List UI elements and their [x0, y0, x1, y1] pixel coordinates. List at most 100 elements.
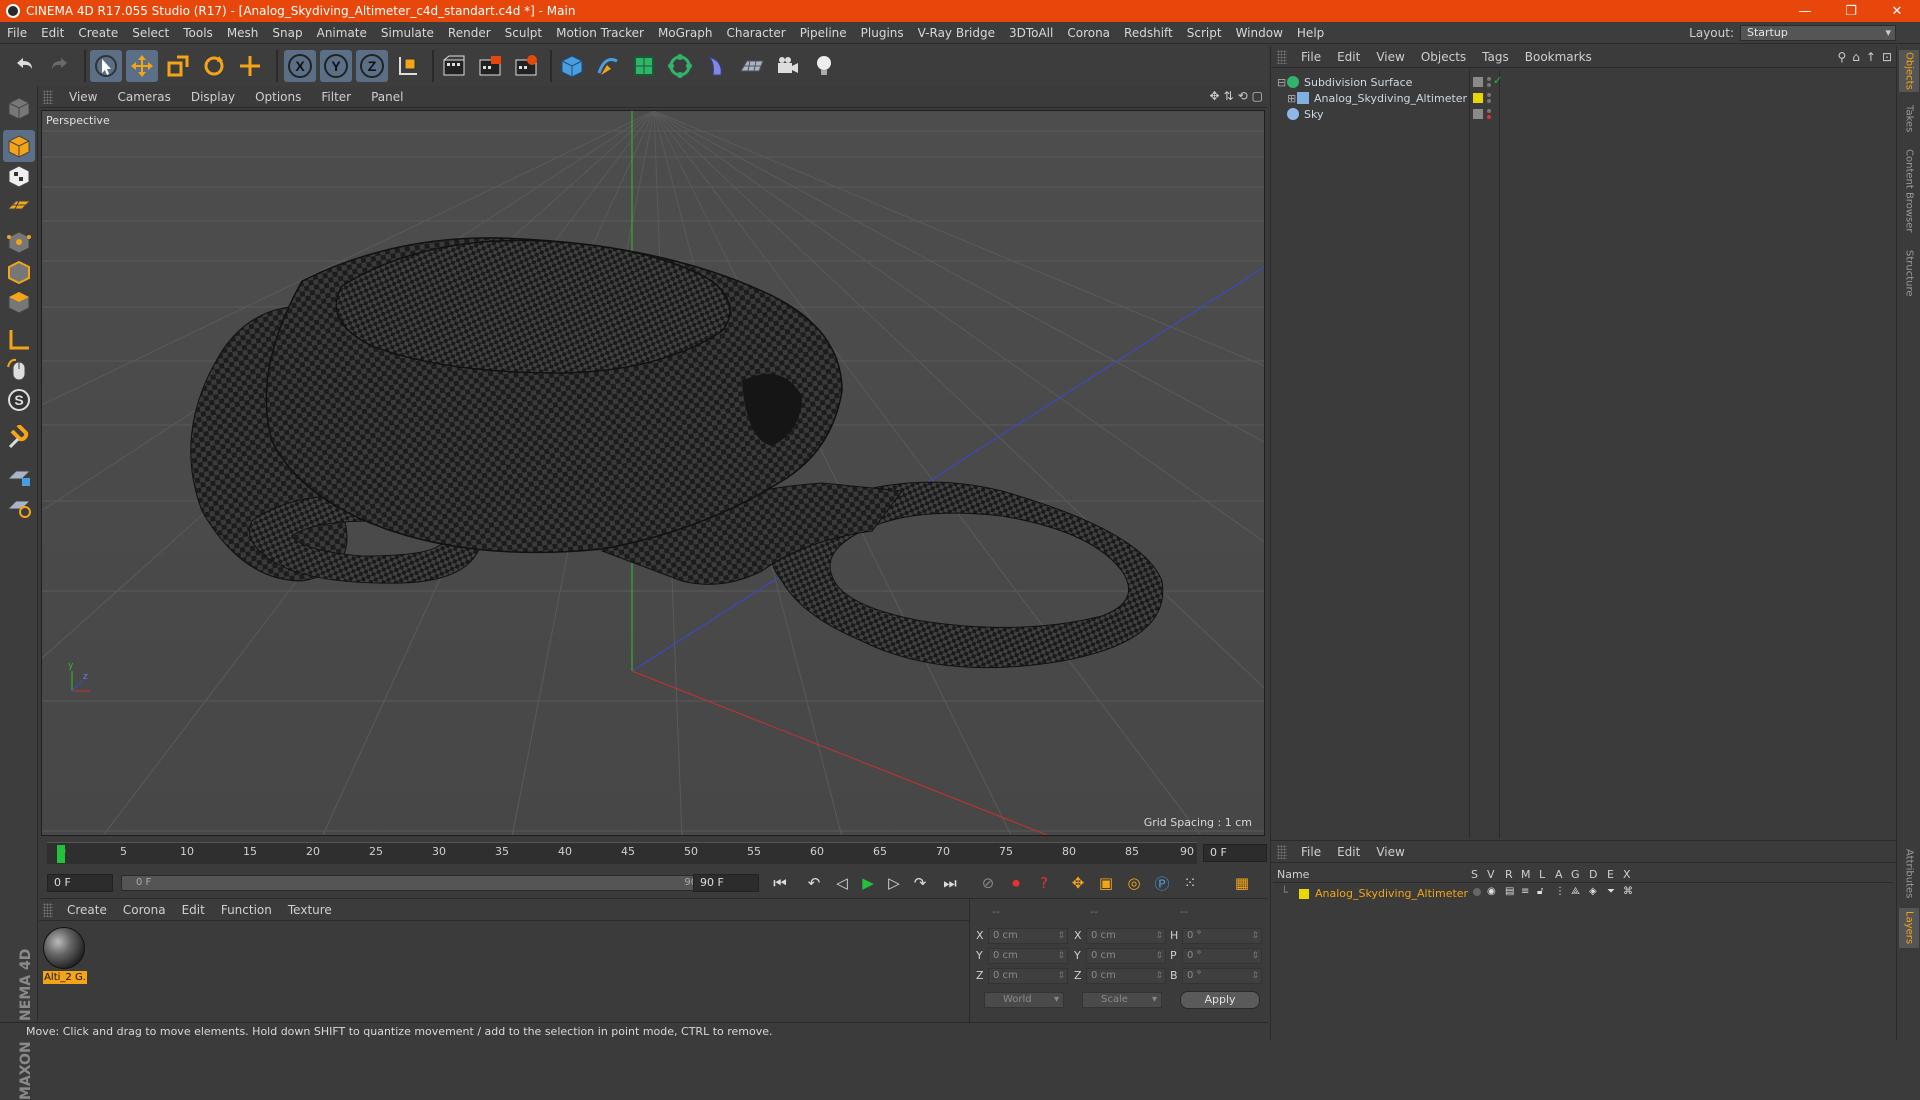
- om-menu-view[interactable]: View: [1368, 50, 1412, 64]
- snap-icon[interactable]: [3, 422, 35, 454]
- enabled-check-icon[interactable]: ✓: [1493, 74, 1502, 87]
- menu-file[interactable]: File: [0, 26, 34, 40]
- next-frame-icon[interactable]: ▷: [881, 870, 907, 896]
- menu-character[interactable]: Character: [719, 26, 792, 40]
- panel-grip-icon[interactable]: [1277, 844, 1287, 859]
- layer-row[interactable]: └ Analog_Skydiving_Altimeter ◉ ▤ ≡ 🔓︎ ⋮ …: [1273, 885, 1893, 903]
- size-x-field[interactable]: 0 cm: [1086, 928, 1166, 944]
- render-visibility-dot[interactable]: [1487, 99, 1491, 103]
- layer-menu-file[interactable]: File: [1293, 845, 1329, 859]
- close-button[interactable]: ✕: [1874, 0, 1920, 22]
- menu-vray-bridge[interactable]: V-Ray Bridge: [911, 26, 1002, 40]
- menu-help[interactable]: Help: [1290, 26, 1331, 40]
- layer-animation-icon[interactable]: ⋮: [1555, 886, 1565, 897]
- edges-mode-icon[interactable]: [3, 256, 35, 288]
- position-y-field[interactable]: 0 cm: [988, 948, 1068, 964]
- layer-eye-icon[interactable]: ◉: [1487, 886, 1496, 897]
- recent-tool-icon[interactable]: [234, 50, 266, 82]
- previous-frame-icon[interactable]: ◁: [829, 870, 855, 896]
- coordinate-system-icon[interactable]: [392, 50, 424, 82]
- tab-objects[interactable]: Objects: [1899, 50, 1919, 92]
- menu-create[interactable]: Create: [71, 26, 125, 40]
- search-icon[interactable]: ⚲: [1837, 50, 1846, 64]
- light-icon[interactable]: [808, 50, 840, 82]
- orbit-icon[interactable]: ⟲: [1238, 89, 1248, 103]
- layout-dropdown[interactable]: Startup: [1740, 25, 1896, 41]
- size-y-field[interactable]: 0 cm: [1086, 948, 1166, 964]
- menu-3dtoall[interactable]: 3DToAll: [1002, 26, 1060, 40]
- live-selection-icon[interactable]: [90, 50, 122, 82]
- minimize-button[interactable]: —: [1782, 0, 1828, 22]
- z-axis-icon[interactable]: Z: [356, 50, 388, 82]
- layer-menu-view[interactable]: View: [1368, 845, 1412, 859]
- dolly-icon[interactable]: ⇅: [1224, 89, 1234, 103]
- home-icon[interactable]: ⌂: [1852, 50, 1860, 64]
- key-position-icon[interactable]: ✥: [1065, 870, 1091, 896]
- apply-button[interactable]: Apply: [1180, 991, 1260, 1009]
- polygons-mode-icon[interactable]: [3, 286, 35, 318]
- layer-color-swatch[interactable]: [1299, 889, 1309, 899]
- menu-mograph[interactable]: MoGraph: [651, 26, 720, 40]
- subdivision-icon[interactable]: [628, 50, 660, 82]
- make-editable-icon[interactable]: [3, 92, 35, 124]
- menu-render[interactable]: Render: [441, 26, 498, 40]
- menu-motion-tracker[interactable]: Motion Tracker: [549, 26, 651, 40]
- texture-mode-icon[interactable]: [3, 160, 35, 192]
- size-z-field[interactable]: 0 cm: [1086, 968, 1166, 984]
- menu-script[interactable]: Script: [1180, 26, 1229, 40]
- tab-attributes[interactable]: Attributes: [1899, 846, 1919, 902]
- solo-icon[interactable]: S: [3, 384, 35, 416]
- menu-snap[interactable]: Snap: [265, 26, 309, 40]
- layer-color-icon[interactable]: [1473, 93, 1483, 103]
- layer-box-icon[interactable]: [1473, 109, 1483, 119]
- axis-icon[interactable]: [3, 324, 35, 356]
- menu-pipeline[interactable]: Pipeline: [793, 26, 854, 40]
- floor-icon[interactable]: [736, 50, 768, 82]
- autokey-icon[interactable]: ⏺: [1003, 870, 1029, 896]
- rotation-p-field[interactable]: 0 °: [1182, 948, 1262, 964]
- render-picture-viewer-icon[interactable]: [474, 50, 506, 82]
- material-swatch[interactable]: Alti_2 G.: [43, 927, 87, 984]
- menu-simulate[interactable]: Simulate: [374, 26, 441, 40]
- collapse-icon[interactable]: ⊟: [1277, 76, 1287, 89]
- position-x-field[interactable]: 0 cm: [988, 928, 1068, 944]
- keyframe-selection-icon[interactable]: ?: [1031, 870, 1057, 896]
- tweak-icon[interactable]: [3, 354, 35, 386]
- viewport-menu-options[interactable]: Options: [245, 90, 311, 104]
- points-mode-icon[interactable]: [3, 226, 35, 258]
- om-menu-edit[interactable]: Edit: [1329, 50, 1368, 64]
- edit-render-settings-icon[interactable]: [510, 50, 542, 82]
- start-frame-field[interactable]: 0 F: [47, 874, 113, 892]
- layer-menu-edit[interactable]: Edit: [1329, 845, 1368, 859]
- tab-takes[interactable]: Takes: [1899, 102, 1919, 136]
- workplane-lock-icon[interactable]: [3, 460, 35, 492]
- panel-grip-icon[interactable]: [1277, 49, 1287, 64]
- move-icon[interactable]: [126, 50, 158, 82]
- new-window-icon[interactable]: ⊡: [1882, 50, 1892, 64]
- viewport-menu-view[interactable]: View: [59, 90, 107, 104]
- timeline-window-icon[interactable]: ▦: [1229, 870, 1255, 896]
- camera-icon[interactable]: [772, 50, 804, 82]
- array-icon[interactable]: [664, 50, 696, 82]
- layer-box-icon[interactable]: [1473, 77, 1483, 87]
- key-parameter-icon[interactable]: Ⓟ: [1149, 870, 1175, 896]
- model-mode-icon[interactable]: [3, 130, 35, 162]
- menu-select[interactable]: Select: [125, 26, 176, 40]
- viewport-menu-filter[interactable]: Filter: [311, 90, 361, 104]
- layer-deformer-icon[interactable]: ◈: [1589, 886, 1597, 897]
- object-row-sky[interactable]: Sky: [1273, 104, 1893, 124]
- toggle-views-icon[interactable]: ▢: [1252, 89, 1263, 103]
- editor-visibility-dot[interactable]: [1487, 93, 1491, 97]
- menu-sculpt[interactable]: Sculpt: [498, 26, 549, 40]
- play-icon[interactable]: ▶: [855, 870, 881, 896]
- scale-icon[interactable]: [162, 50, 194, 82]
- expand-icon[interactable]: ⊞: [1287, 92, 1297, 105]
- position-z-field[interactable]: 0 cm: [988, 968, 1068, 984]
- timeline-playhead[interactable]: [57, 845, 65, 863]
- viewport-menu-panel[interactable]: Panel: [361, 90, 413, 104]
- menu-window[interactable]: Window: [1229, 26, 1290, 40]
- render-visibility-dot[interactable]: [1487, 83, 1491, 87]
- panel-grip-icon[interactable]: [43, 89, 53, 104]
- render-view-icon[interactable]: [438, 50, 470, 82]
- undo-icon[interactable]: [8, 50, 40, 82]
